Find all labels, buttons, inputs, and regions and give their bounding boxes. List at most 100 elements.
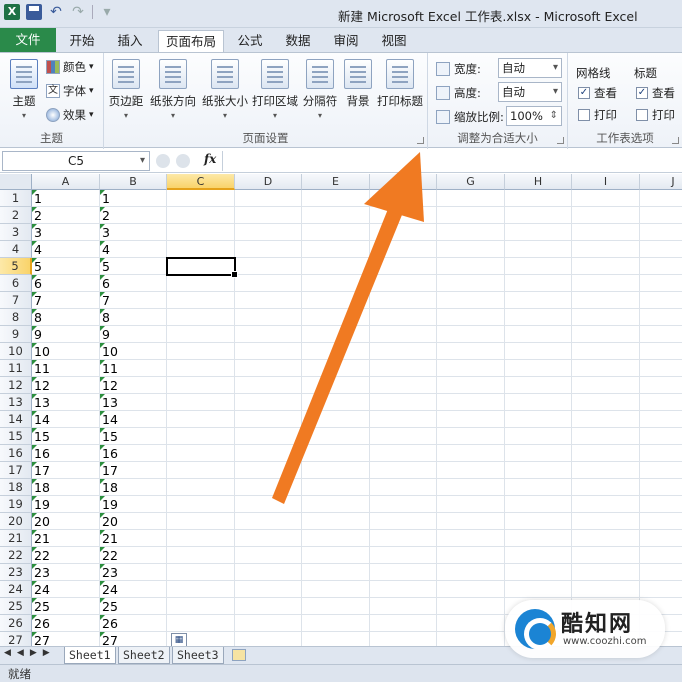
- cell[interactable]: [572, 581, 640, 598]
- cell[interactable]: 10: [32, 343, 100, 360]
- cell[interactable]: [302, 564, 370, 581]
- row-header[interactable]: 6: [0, 275, 32, 292]
- cell[interactable]: [437, 547, 505, 564]
- cell[interactable]: [370, 564, 437, 581]
- row-header[interactable]: 11: [0, 360, 32, 377]
- cell[interactable]: [370, 411, 437, 428]
- column-header-j[interactable]: J: [640, 174, 682, 190]
- cell[interactable]: [505, 343, 572, 360]
- cell[interactable]: 7: [100, 292, 167, 309]
- cell[interactable]: [235, 224, 302, 241]
- cell[interactable]: [167, 309, 235, 326]
- cell[interactable]: [302, 445, 370, 462]
- column-header-f[interactable]: F: [370, 174, 437, 190]
- cell[interactable]: [302, 190, 370, 207]
- cell[interactable]: [437, 343, 505, 360]
- cell[interactable]: [302, 326, 370, 343]
- cell[interactable]: [437, 411, 505, 428]
- cell[interactable]: 4: [32, 241, 100, 258]
- row-header[interactable]: 4: [0, 241, 32, 258]
- cell[interactable]: [167, 513, 235, 530]
- cell[interactable]: [572, 360, 640, 377]
- cell[interactable]: [505, 428, 572, 445]
- cell[interactable]: [505, 207, 572, 224]
- cell[interactable]: [437, 224, 505, 241]
- cell[interactable]: [235, 445, 302, 462]
- cell[interactable]: 11: [32, 360, 100, 377]
- cell[interactable]: [505, 241, 572, 258]
- cell[interactable]: [640, 547, 682, 564]
- cell[interactable]: 11: [100, 360, 167, 377]
- cell[interactable]: [370, 309, 437, 326]
- cell[interactable]: [370, 632, 437, 646]
- cell[interactable]: [235, 598, 302, 615]
- cell[interactable]: 19: [32, 496, 100, 513]
- cell[interactable]: [167, 326, 235, 343]
- cell[interactable]: [235, 632, 302, 646]
- cell[interactable]: [370, 292, 437, 309]
- row-header[interactable]: 15: [0, 428, 32, 445]
- cell[interactable]: [505, 411, 572, 428]
- cell[interactable]: [167, 292, 235, 309]
- cell[interactable]: [572, 564, 640, 581]
- cell[interactable]: [640, 411, 682, 428]
- redo-icon[interactable]: ↷: [70, 4, 86, 20]
- cell[interactable]: [505, 224, 572, 241]
- cell[interactable]: [302, 581, 370, 598]
- cell[interactable]: 13: [32, 394, 100, 411]
- cell[interactable]: [370, 394, 437, 411]
- cell[interactable]: [437, 190, 505, 207]
- orientation-button[interactable]: 纸张方向 ▾: [148, 59, 198, 120]
- cell[interactable]: [505, 530, 572, 547]
- row-header[interactable]: 3: [0, 224, 32, 241]
- cell[interactable]: [437, 598, 505, 615]
- width-dropdown[interactable]: 自动: [498, 58, 562, 78]
- cell[interactable]: [640, 326, 682, 343]
- cell[interactable]: [437, 564, 505, 581]
- cell[interactable]: [167, 496, 235, 513]
- cell[interactable]: [572, 496, 640, 513]
- row-header[interactable]: 23: [0, 564, 32, 581]
- cell[interactable]: [640, 343, 682, 360]
- cell[interactable]: [302, 632, 370, 646]
- cell[interactable]: [640, 564, 682, 581]
- cell[interactable]: [235, 462, 302, 479]
- cell[interactable]: 24: [32, 581, 100, 598]
- cell[interactable]: [302, 275, 370, 292]
- cell[interactable]: [167, 445, 235, 462]
- cell[interactable]: [302, 547, 370, 564]
- cell[interactable]: 17: [32, 462, 100, 479]
- cell[interactable]: [167, 224, 235, 241]
- cell[interactable]: [437, 394, 505, 411]
- cell[interactable]: 22: [100, 547, 167, 564]
- row-header[interactable]: 13: [0, 394, 32, 411]
- tab-home[interactable]: 开始: [62, 30, 102, 52]
- cell[interactable]: 12: [100, 377, 167, 394]
- cell[interactable]: [370, 615, 437, 632]
- row-header[interactable]: 2: [0, 207, 32, 224]
- cell[interactable]: [235, 581, 302, 598]
- tab-insert[interactable]: 插入: [108, 30, 152, 52]
- cell[interactable]: [370, 462, 437, 479]
- background-button[interactable]: 背景: [342, 59, 374, 109]
- row-header[interactable]: 7: [0, 292, 32, 309]
- effects-button[interactable]: 效果 ▾: [46, 107, 94, 123]
- cell[interactable]: [640, 394, 682, 411]
- cell[interactable]: [505, 513, 572, 530]
- cell[interactable]: [235, 258, 302, 275]
- cell[interactable]: [167, 360, 235, 377]
- cell[interactable]: [302, 207, 370, 224]
- cell[interactable]: 18: [100, 479, 167, 496]
- headings-view-checkbox[interactable]: ✓ 查看: [636, 85, 675, 101]
- row-header[interactable]: 19: [0, 496, 32, 513]
- cell[interactable]: 20: [32, 513, 100, 530]
- cell[interactable]: [302, 394, 370, 411]
- tab-formulas[interactable]: 公式: [230, 30, 270, 52]
- cell[interactable]: [370, 428, 437, 445]
- height-dropdown[interactable]: 自动: [498, 82, 562, 102]
- cell[interactable]: [167, 598, 235, 615]
- cell[interactable]: [437, 632, 505, 646]
- active-cell[interactable]: [166, 257, 238, 278]
- cell[interactable]: 26: [32, 615, 100, 632]
- cell[interactable]: [437, 360, 505, 377]
